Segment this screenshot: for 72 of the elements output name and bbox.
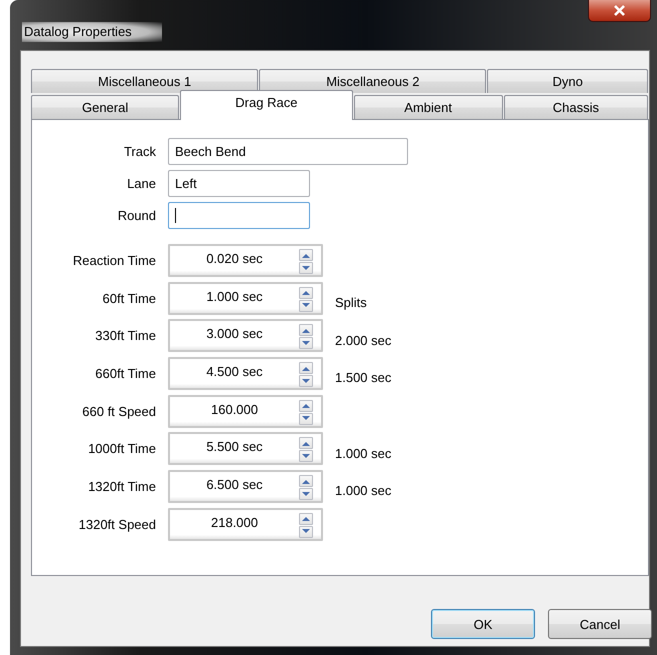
tab[interactable]: Drag Race (180, 90, 353, 120)
spin-down-button[interactable] (299, 375, 313, 388)
down-arrow-icon (302, 303, 310, 308)
split-text: 2.000 sec (335, 332, 392, 348)
close-icon (613, 5, 626, 16)
dialog-button[interactable]: OK (431, 609, 535, 639)
field-label: 660ft Time (94, 366, 156, 381)
spin-up-button[interactable] (299, 362, 313, 374)
close-button[interactable] (588, 0, 651, 22)
spin-down-button[interactable] (299, 412, 313, 425)
up-arrow-icon (302, 403, 310, 408)
input-field[interactable]: Left (168, 170, 310, 197)
field-label: Round (116, 208, 156, 223)
split-text: 1.000 sec (335, 482, 392, 498)
spin-down-button[interactable] (299, 337, 313, 350)
tab[interactable]: Dyno (487, 69, 648, 93)
text-cursor (175, 208, 176, 223)
spin-up-button[interactable] (299, 286, 313, 299)
tab[interactable]: General (31, 95, 180, 119)
down-arrow-icon (302, 416, 310, 422)
input-field[interactable]: Beech Bend (168, 138, 408, 165)
split-text: 1.500 sec (335, 369, 392, 386)
spin-down-button[interactable] (299, 300, 313, 312)
up-arrow-icon (302, 290, 310, 296)
spin-up-button[interactable] (299, 437, 313, 450)
spin-down-button[interactable] (299, 488, 313, 500)
tab[interactable]: Miscellaneous 1 (31, 69, 258, 93)
down-arrow-icon (302, 454, 310, 459)
split-text: 1.000 sec (335, 444, 392, 461)
spin-box[interactable]: 160.000 (168, 394, 323, 428)
down-arrow-icon (302, 492, 310, 497)
field-label: 1000ft Time (87, 441, 156, 456)
spin-box[interactable]: 218.000 (168, 508, 323, 541)
spin-box[interactable]: 6.500 sec (168, 470, 323, 504)
tab[interactable]: Ambient (354, 95, 503, 119)
spin-box[interactable]: 1.000 sec (168, 282, 323, 315)
tab[interactable]: Miscellaneous 2 (259, 69, 486, 93)
split-text: Splits (335, 294, 368, 310)
spin-up-button[interactable] (299, 475, 313, 488)
down-arrow-icon (302, 340, 310, 346)
spin-box[interactable]: 4.500 sec (168, 357, 323, 390)
field-label: 1320ft Time (87, 478, 156, 494)
up-arrow-icon (302, 328, 310, 333)
spin-box[interactable]: 5.500 sec (168, 432, 323, 466)
field-label: Lane (126, 176, 156, 191)
spin-down-button[interactable] (299, 262, 313, 274)
tab[interactable]: Chassis (504, 95, 648, 119)
field-label: Reaction Time (72, 252, 156, 268)
up-arrow-icon (302, 440, 310, 446)
spin-down-button[interactable] (299, 526, 313, 538)
spin-box[interactable]: 0.020 sec (168, 244, 323, 277)
down-arrow-icon (302, 529, 310, 534)
input-field[interactable] (168, 202, 310, 229)
spin-up-button[interactable] (299, 400, 313, 412)
field-label: Track (122, 144, 156, 159)
dialog-button[interactable]: Cancel (548, 609, 652, 639)
field-label: 660 ft Speed (81, 404, 156, 419)
up-arrow-icon (302, 478, 310, 484)
spin-box[interactable]: 3.000 sec (168, 319, 323, 352)
spin-down-button[interactable] (299, 450, 313, 462)
up-arrow-icon (302, 366, 310, 371)
down-arrow-icon (302, 266, 310, 270)
field-label: 1320ft Speed (78, 516, 156, 532)
spin-up-button[interactable] (299, 512, 313, 525)
up-arrow-icon (302, 516, 310, 522)
spin-up-button[interactable] (299, 249, 313, 261)
window-title: Datalog Properties (22, 22, 162, 42)
field-label: 330ft Time (94, 328, 156, 344)
down-arrow-icon (302, 378, 310, 384)
spin-up-button[interactable] (299, 324, 313, 336)
field-label: 60ft Time (102, 290, 156, 306)
up-arrow-icon (302, 252, 310, 258)
